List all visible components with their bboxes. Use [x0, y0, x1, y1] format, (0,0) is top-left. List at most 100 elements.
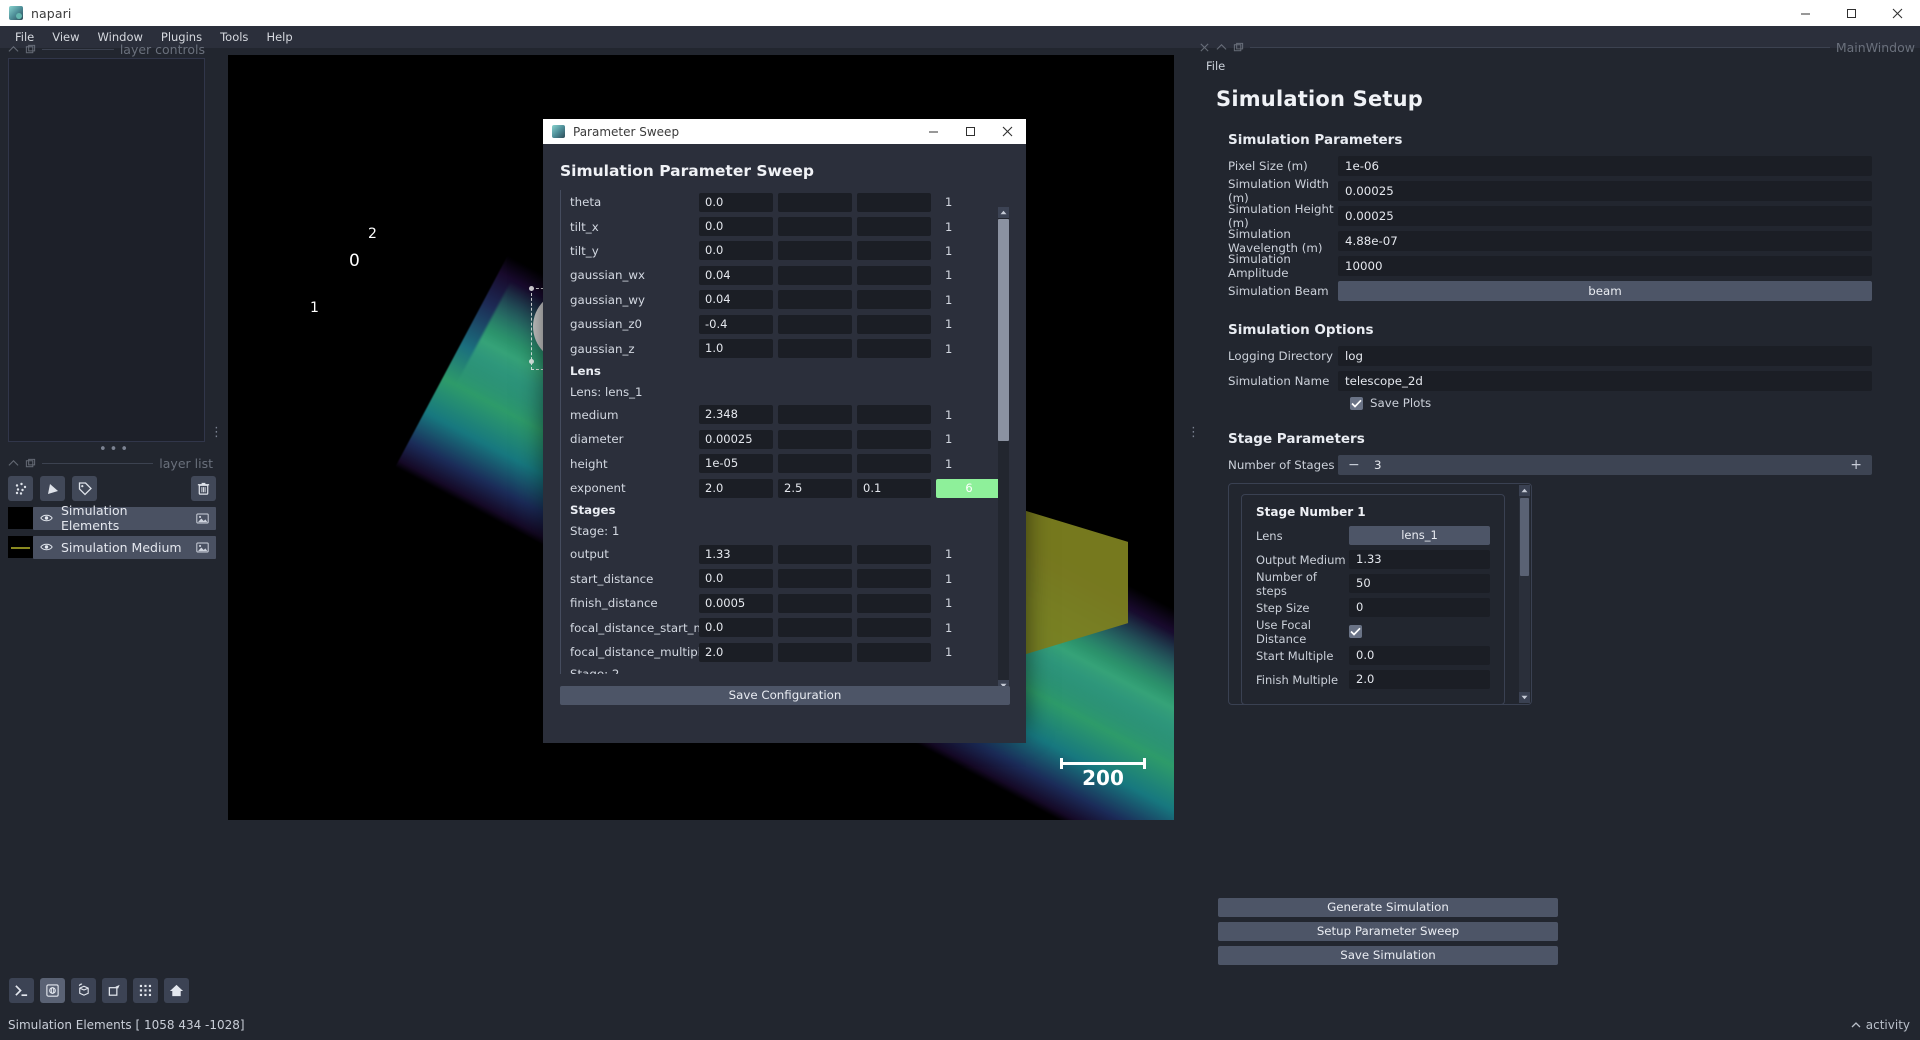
- param-step-input[interactable]: [857, 642, 931, 662]
- param-start-input[interactable]: 0.0: [699, 569, 773, 589]
- stage-lens-button[interactable]: lens_1: [1349, 526, 1490, 545]
- undock-icon[interactable]: [1233, 42, 1244, 53]
- number-of-stages-stepper[interactable]: − 3 +: [1338, 455, 1872, 475]
- param-step-input[interactable]: [857, 454, 931, 474]
- scrollbar-thumb[interactable]: [998, 219, 1009, 441]
- stage-step-size-input[interactable]: 0: [1349, 598, 1490, 617]
- param-start-input[interactable]: 0.0: [699, 192, 773, 212]
- param-step-input[interactable]: [857, 217, 931, 237]
- param-stop-input[interactable]: [778, 618, 852, 638]
- stage-list-scroll-area[interactable]: Stage Number 1 Lens lens_1 Output Medium…: [1228, 483, 1532, 705]
- parameter-sweep-table[interactable]: theta 0.0 1 tilt_x 0.0 1 tilt_y 0.0 1 ga…: [560, 190, 1009, 674]
- param-start-input[interactable]: 1.33: [699, 544, 773, 564]
- pixel-size-input[interactable]: 1e-06: [1338, 156, 1872, 176]
- roll-dimensions-button[interactable]: [71, 978, 96, 1003]
- param-stop-input[interactable]: [778, 405, 852, 425]
- param-step-input[interactable]: [857, 290, 931, 310]
- stage-finish-multiple-input[interactable]: 2.0: [1349, 670, 1490, 689]
- param-step-input[interactable]: [857, 241, 931, 261]
- dialog-maximize-button[interactable]: [952, 119, 989, 144]
- param-stop-input[interactable]: [778, 454, 852, 474]
- plugin-menu-file[interactable]: File: [1199, 57, 1232, 75]
- param-stop-input[interactable]: [778, 314, 852, 334]
- home-button[interactable]: [164, 978, 189, 1003]
- logging-directory-input[interactable]: log: [1338, 346, 1872, 366]
- new-shapes-layer-button[interactable]: [40, 476, 65, 501]
- generate-simulation-button[interactable]: Generate Simulation: [1218, 898, 1558, 917]
- ndisplay-toggle-button[interactable]: [40, 978, 65, 1003]
- use-focal-distance-checkbox[interactable]: [1349, 625, 1362, 638]
- param-stop-input[interactable]: [778, 593, 852, 613]
- param-step-input[interactable]: [857, 593, 931, 613]
- new-points-layer-button[interactable]: [8, 476, 33, 501]
- eye-icon[interactable]: [40, 513, 53, 523]
- new-labels-layer-button[interactable]: [72, 476, 97, 501]
- param-start-input[interactable]: 1.0: [699, 339, 773, 359]
- selection-handle[interactable]: [529, 286, 534, 291]
- param-start-input[interactable]: 0.0: [699, 618, 773, 638]
- param-stop-input[interactable]: [778, 429, 852, 449]
- save-plots-checkbox[interactable]: [1350, 396, 1363, 410]
- param-start-input[interactable]: 2.0: [699, 642, 773, 662]
- simulation-wavelength-input[interactable]: 4.88e-07: [1338, 231, 1872, 251]
- setup-parameter-sweep-button[interactable]: Setup Parameter Sweep: [1218, 922, 1558, 941]
- param-stop-input[interactable]: [778, 241, 852, 261]
- activity-indicator[interactable]: activity: [1851, 1018, 1910, 1032]
- float-dock-icon[interactable]: [8, 44, 19, 55]
- menu-help[interactable]: Help: [257, 27, 301, 47]
- scroll-up-button[interactable]: [1519, 485, 1530, 496]
- param-start-input[interactable]: 0.0005: [699, 593, 773, 613]
- param-step-input[interactable]: [857, 618, 931, 638]
- scroll-down-button[interactable]: [1519, 692, 1530, 703]
- param-step-input[interactable]: [857, 339, 931, 359]
- param-stop-input[interactable]: [778, 265, 852, 285]
- dock-splitter-handle-horizontal[interactable]: •••: [99, 442, 131, 457]
- param-start-input[interactable]: 0.0: [699, 217, 773, 237]
- param-stop-input[interactable]: [778, 339, 852, 359]
- save-configuration-button[interactable]: Save Configuration: [560, 686, 1010, 705]
- close-dock-icon[interactable]: [1199, 42, 1210, 53]
- undock-icon[interactable]: [25, 458, 36, 469]
- param-stop-input[interactable]: [778, 544, 852, 564]
- selection-handle[interactable]: [529, 359, 534, 364]
- param-start-input[interactable]: 0.04: [699, 290, 773, 310]
- dialog-scrollbar[interactable]: [998, 207, 1009, 691]
- param-stop-input[interactable]: [778, 569, 852, 589]
- maximize-button[interactable]: [1828, 0, 1874, 26]
- stage-number-of-steps-input[interactable]: 50: [1349, 574, 1490, 593]
- param-stop-input[interactable]: [778, 642, 852, 662]
- undock-icon[interactable]: [25, 44, 36, 55]
- dialog-close-button[interactable]: [989, 119, 1026, 144]
- param-stop-input[interactable]: [778, 192, 852, 212]
- float-dock-icon[interactable]: [8, 458, 19, 469]
- param-step-input[interactable]: [857, 544, 931, 564]
- param-start-input[interactable]: 2.348: [699, 405, 773, 425]
- list-item[interactable]: Simulation Medium: [8, 535, 216, 559]
- dock-splitter-handle-left[interactable]: ⋮: [210, 425, 225, 440]
- stepper-decrement-button[interactable]: −: [1348, 458, 1360, 472]
- simulation-beam-button[interactable]: beam: [1338, 281, 1872, 301]
- param-step-input[interactable]: [857, 265, 931, 285]
- stepper-increment-button[interactable]: +: [1850, 458, 1862, 472]
- param-start-input[interactable]: 0.0: [699, 241, 773, 261]
- list-item[interactable]: Simulation Elements: [8, 503, 216, 533]
- simulation-width-input[interactable]: 0.00025: [1338, 181, 1872, 201]
- stage-start-multiple-input[interactable]: 0.0: [1349, 646, 1490, 665]
- param-start-input[interactable]: 1e-05: [699, 454, 773, 474]
- param-stop-input[interactable]: [778, 290, 852, 310]
- close-button[interactable]: [1874, 0, 1920, 26]
- menu-tools[interactable]: Tools: [211, 27, 257, 47]
- param-step-input[interactable]: [857, 405, 931, 425]
- param-step-input[interactable]: [857, 314, 931, 334]
- delete-layer-button[interactable]: [191, 476, 216, 501]
- console-button[interactable]: [9, 978, 34, 1003]
- param-start-input[interactable]: 0.00025: [699, 429, 773, 449]
- param-stop-input[interactable]: 2.5: [778, 478, 852, 498]
- simulation-height-input[interactable]: 0.00025: [1338, 206, 1872, 226]
- stage-output-medium-input[interactable]: 1.33: [1349, 550, 1490, 569]
- dialog-minimize-button[interactable]: [915, 119, 952, 144]
- param-start-input[interactable]: -0.4: [699, 314, 773, 334]
- eye-icon[interactable]: [40, 542, 53, 552]
- scroll-up-button[interactable]: [998, 207, 1009, 218]
- param-step-input[interactable]: 0.1: [857, 478, 931, 498]
